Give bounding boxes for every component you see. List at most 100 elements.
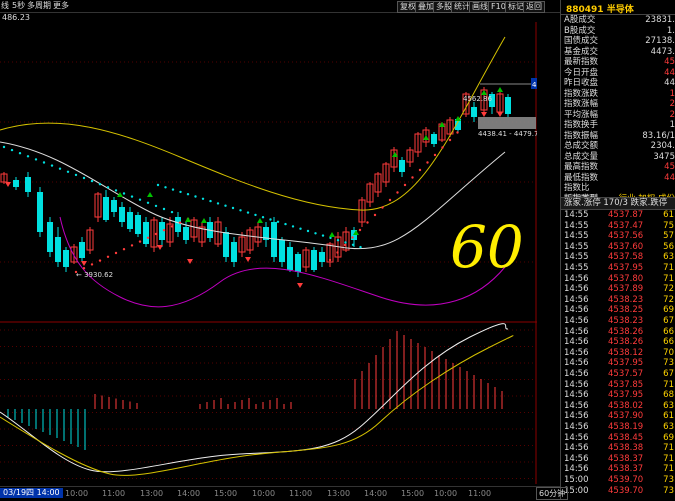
sar-dot	[164, 186, 167, 189]
trade-price: 4538.12	[608, 347, 644, 358]
candle-body	[79, 242, 85, 258]
trade-price: 4537.58	[608, 252, 644, 263]
stat-label: B股成交	[564, 25, 596, 36]
stat-value: 1.	[666, 25, 675, 36]
stat-label: 指数比	[564, 183, 590, 193]
sar-dot	[122, 192, 126, 195]
trade-volume: 63	[663, 422, 674, 432]
sar-dot	[106, 186, 110, 189]
buy-arrow	[423, 135, 429, 140]
stat-row: A股成交 23831.	[561, 15, 675, 26]
trade-volume: 66	[663, 337, 674, 348]
sar-dot	[194, 195, 197, 198]
sell-arrow	[81, 261, 87, 266]
stat-row: 总成交额 2304.	[561, 141, 675, 152]
trade-price: 4538.45	[608, 432, 644, 443]
sar-dot	[114, 189, 118, 192]
sar-dot	[162, 229, 166, 232]
price-head: 486.23	[2, 13, 30, 22]
candle-body	[279, 240, 285, 262]
toolbar-item[interactable]: 多周期	[27, 0, 51, 11]
sar-dot	[178, 221, 182, 224]
x-tick-label: 15:00	[214, 489, 238, 498]
trade-row: 14:55 4537.56 57	[561, 231, 675, 242]
trade-volume: 61	[663, 411, 674, 422]
cursor-highlight	[478, 117, 536, 129]
stat-row: 指数换手 1	[561, 120, 675, 131]
sar-dot	[98, 259, 102, 262]
trade-volume: 56	[663, 241, 674, 252]
trade-volume: 70	[663, 347, 674, 358]
stat-value: 4473.	[650, 46, 675, 57]
trade-price: 4537.85	[608, 379, 644, 390]
sar-dot	[42, 161, 46, 164]
trade-time: 14:56	[564, 390, 589, 401]
stat-value: 2304.	[650, 141, 675, 151]
sar-dot	[418, 168, 422, 172]
period-button[interactable]: 60分钟	[536, 487, 569, 500]
stat-value: 45	[664, 162, 675, 172]
sar-dot	[246, 211, 250, 214]
trade-time: 14:56	[564, 273, 589, 284]
stat-row: 最高指数 45	[561, 162, 675, 173]
trade-volume: 63	[663, 252, 674, 263]
sar-dot	[231, 206, 235, 210]
stat-label: 指数涨幅	[564, 99, 599, 109]
trades-header: 涨家.涨停 170/3 跌家.跌停	[561, 197, 675, 210]
trade-time: 14:56	[564, 294, 589, 305]
trade-row: 14:56 4537.80 71	[561, 274, 675, 285]
x-tick-label: 11:00	[289, 489, 313, 498]
trade-row: 14:56 4538.23 67	[561, 316, 675, 327]
stat-value: 23831.	[645, 15, 675, 25]
kline-chart[interactable]: 4562.86← 3930.624438.41 - 4479.704586.84…	[0, 22, 537, 484]
x-tick-label: 10:00	[65, 489, 89, 498]
trade-price: 4537.56	[608, 231, 644, 242]
toolbar-item[interactable]: 5秒	[12, 0, 25, 11]
sar-dot	[34, 158, 38, 161]
stat-row: 最新指数 45	[561, 57, 675, 68]
boll-upper	[0, 36, 506, 211]
trade-volume: 67	[663, 316, 674, 326]
x-tick-label: 11:00	[102, 489, 126, 498]
sar-dot	[114, 251, 118, 255]
trade-row: 14:56 4537.57 67	[561, 369, 675, 380]
trade-time: 15:00	[564, 475, 589, 485]
sar-dot	[138, 240, 142, 243]
sar-dot	[284, 222, 287, 226]
sar-dot	[306, 229, 310, 233]
trade-volume: 71	[663, 379, 674, 390]
candle-body	[311, 250, 317, 270]
sar-dot	[276, 220, 280, 223]
sar-dot	[162, 207, 166, 211]
low-label: ← 3930.62	[76, 271, 113, 279]
stat-row: 昨日收盘 44	[561, 78, 675, 89]
sar-dot	[388, 198, 392, 202]
candle-body	[127, 212, 133, 229]
stat-value: 44	[664, 172, 675, 183]
sar-dot	[269, 218, 272, 221]
stat-value: 44	[664, 78, 675, 88]
toolbar-item[interactable]: 线	[1, 0, 9, 11]
trade-row: 14:56 4538.37 71	[561, 464, 675, 475]
sar-dot	[448, 138, 452, 142]
trade-volume: 71	[663, 453, 674, 464]
trade-price: 4538.37	[608, 453, 644, 464]
cursor-readout: 4438.41 - 4479.70	[478, 130, 537, 138]
stat-label: 指数换手	[564, 120, 599, 130]
candle-body	[135, 215, 141, 234]
buy-arrow	[329, 232, 335, 237]
stat-value: 2	[669, 109, 675, 120]
trade-price: 4537.90	[608, 411, 644, 422]
sar-dot	[154, 204, 158, 208]
sar-dot	[138, 198, 142, 201]
price-tag: 4586.8	[532, 81, 537, 89]
toolbar-item[interactable]: 更多	[53, 0, 69, 11]
x-tick-label: 13:00	[140, 489, 164, 498]
sar-dot	[130, 195, 134, 198]
sar-dot	[381, 206, 384, 209]
toolbar-button[interactable]: 返回	[523, 1, 545, 13]
sar-dot	[351, 236, 354, 239]
sar-dot	[328, 258, 332, 262]
trade-price: 4537.87	[608, 210, 644, 220]
sar-dot	[154, 232, 158, 236]
